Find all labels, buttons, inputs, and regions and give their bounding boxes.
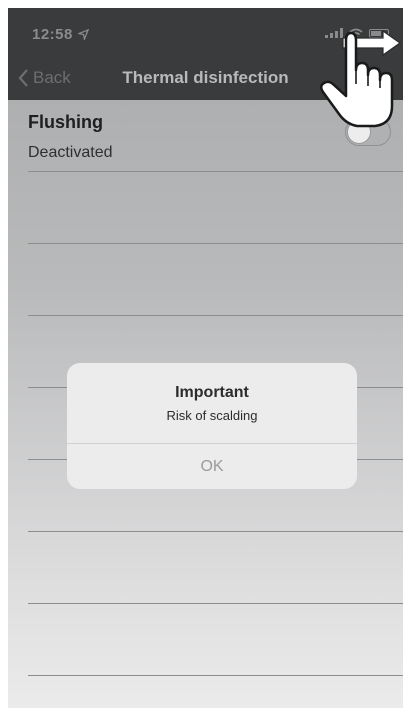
divider <box>28 171 403 172</box>
location-arrow-icon <box>76 28 89 42</box>
phone-screen: 12:58 Back Thermal disinfection Flushing… <box>8 8 403 708</box>
divider <box>28 315 403 316</box>
divider <box>28 531 403 532</box>
divider <box>28 675 403 676</box>
flushing-title: Flushing <box>28 112 103 132</box>
divider <box>28 603 403 604</box>
alert-title: Important <box>175 384 249 401</box>
alert-dialog: Important Risk of scalding OK <box>67 363 357 489</box>
ok-button[interactable]: OK <box>67 444 357 489</box>
divider <box>28 243 403 244</box>
alert-message: Risk of scalding <box>166 408 258 423</box>
status-time: 12:58 <box>32 26 89 43</box>
flushing-status: Deactivated <box>28 144 113 161</box>
pointing-hand-icon <box>320 29 402 128</box>
